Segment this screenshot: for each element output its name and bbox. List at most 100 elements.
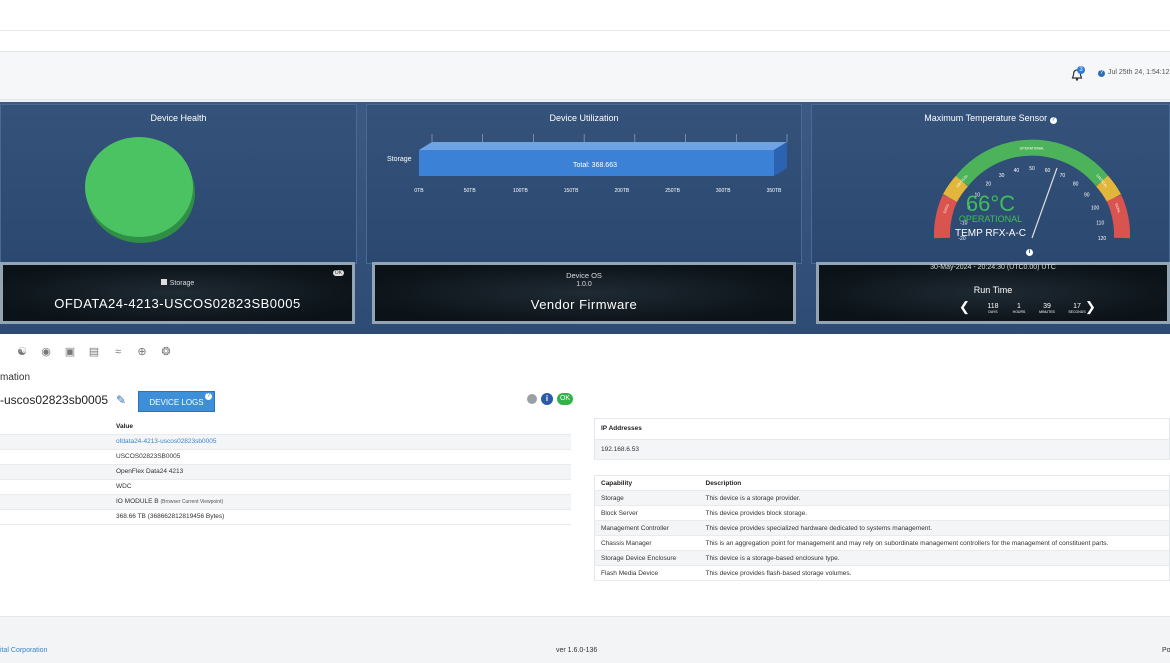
utilization-axis-ticks	[431, 134, 788, 142]
status-dot-icon	[527, 394, 537, 404]
table-cell: IO MODULE B (Browser Current Viewpoint)	[110, 494, 571, 510]
description-header: Description	[699, 475, 1170, 491]
info-icon[interactable]: i	[1026, 249, 1033, 256]
help-icon[interactable]: ?	[1049, 117, 1057, 124]
storage-device-name: OFDATA24-4213-USCOS02823SB0005	[54, 296, 301, 311]
signal-icon[interactable]: ≈	[108, 344, 128, 360]
device-link[interactable]: ofdata24-4213-uscos02823sb0005	[116, 438, 216, 445]
storage-icon	[160, 279, 167, 285]
sub-header	[0, 52, 1170, 100]
top-bar	[0, 0, 1170, 52]
gauge-scale-label: 30	[999, 173, 1005, 179]
monitor-icon[interactable]: ▤	[84, 344, 104, 360]
runtime-minutes: 39 MINUTES	[1037, 303, 1057, 314]
description-cell: This device provides block storage.	[699, 505, 1170, 521]
utilization-tick-label: 300TB	[716, 188, 731, 194]
table-row: 368.66 TB (368662812819456 Bytes)	[0, 509, 571, 525]
info-icon[interactable]: i	[541, 393, 553, 405]
runtime-days-label: DAYS	[988, 310, 998, 314]
section-title: mation	[0, 372, 31, 383]
gauge-range-label: OPERATIONAL	[1020, 147, 1045, 151]
footer-corp-link[interactable]: ital Corporation	[0, 647, 47, 654]
utilization-bar-top	[419, 142, 787, 150]
device-logs-button[interactable]: DEVICE LOGS?	[138, 391, 215, 412]
table-row: 192.168.6.53	[594, 439, 1170, 460]
runtime-card[interactable]: 30-May-2024 - 20:24:30 (UTC0.00) UTC Run…	[816, 262, 1170, 324]
runtime-title: Run Time	[973, 285, 1013, 295]
temperature-status: OPERATIONAL	[958, 214, 1023, 224]
capability-cell: Block Server	[594, 505, 700, 521]
table-row: WDC	[0, 479, 571, 495]
table-cell: WDC	[110, 479, 571, 495]
table-row: Management Controller This device provide…	[594, 520, 1170, 536]
chip-icon[interactable]: ▣	[60, 344, 80, 360]
table-row: IO MODULE B (Browser Current Viewpoint)	[0, 494, 571, 510]
runtime-hours: 1 HOURS	[1011, 303, 1027, 314]
table-cell: USCOS02823SB0005	[110, 449, 571, 465]
temperature-title-text: Maximum Temperature Sensor	[924, 113, 1048, 123]
capabilities-table: Capability Description Storage This device…	[594, 475, 1170, 581]
toolbar-icons: ☯ ◉ ▣ ▤ ≈ ⊕ ❂	[12, 344, 176, 360]
network-icon[interactable]: ☯	[12, 344, 32, 360]
runtime-days: 118 DAYS	[985, 303, 1001, 314]
footer: ital Corporation ver 1.6.0-136 Po	[0, 616, 1170, 663]
runtime-hours-label: HOURS	[1012, 310, 1026, 314]
runtime-days-value: 118	[987, 303, 999, 310]
ip-address: 192.168.6.53	[594, 439, 1170, 460]
temperature-unit: °C	[990, 191, 1016, 216]
datetime-text: Jul 25th 24, 1:54:12	[1108, 69, 1170, 76]
capability-header: Capability	[594, 475, 700, 491]
table-header-row: Capability Description	[594, 475, 1170, 491]
ok-badge: OK	[332, 270, 344, 276]
table-row: Chassis Manager This is an aggregation po…	[594, 535, 1170, 551]
runtime-date: 30-May-2024 - 20:24:30 (UTC0.00) UTC	[930, 264, 1056, 271]
runtime-counters: 118 DAYS 1 HOURS 39 MINUTES 17 SECONDS	[985, 303, 1087, 314]
table-cell: 368.66 TB (368662812819456 Bytes)	[110, 509, 571, 525]
utilization-tick-label: 350TB	[767, 188, 782, 194]
edit-pencil-icon[interactable]: ✎	[116, 393, 126, 407]
device-utilization-title: Device Utilization	[549, 113, 619, 123]
table-cell[interactable]: ofdata24-4213-uscos02823sb0005	[110, 434, 571, 450]
settings-icon[interactable]: ❂	[156, 344, 176, 360]
capability-cell: Flash Media Device	[594, 565, 700, 581]
temperature-panel: Maximum Temperature Sensor ? -20 -10 0 10 20…	[811, 104, 1170, 264]
help-icon[interactable]: ?	[1098, 70, 1105, 77]
gauge-scale-label: 20	[986, 181, 992, 187]
capability-cell: Storage	[594, 490, 700, 506]
top-divider	[0, 30, 1170, 31]
runtime-seconds-label: SECONDS	[1068, 310, 1086, 314]
temperature-title: Maximum Temperature Sensor ?	[812, 113, 1169, 124]
description-cell: This device provides flash-based storage…	[699, 565, 1170, 581]
ip-header: IP Addresses	[594, 418, 1170, 440]
device-os-card[interactable]: Device OS 1.0.0 Vendor Firmware	[372, 262, 796, 324]
capability-cell: Management Controller	[594, 520, 700, 536]
table-row: OpenFlex Data24 4213	[0, 464, 571, 480]
notification-badge: 3	[1077, 66, 1085, 74]
utilization-tick-label: 150TB	[564, 188, 579, 194]
temperature-number: 66	[965, 191, 991, 216]
device-utilization-panel: Device Utilization Storage Total: 368.66…	[366, 104, 802, 264]
device-os-version: 1.0.0	[576, 281, 592, 288]
utilization-bar-chart[interactable]: Total: 368.663 0TB 50TB 100TB 150TB 200TB 250…	[407, 130, 797, 200]
cell-note: (Browser Current Viewpoint)	[160, 499, 224, 505]
table-header-row: IP Addresses	[594, 418, 1170, 440]
help-icon[interactable]: ?	[205, 393, 212, 400]
storage-card-label-text: Storage	[169, 280, 195, 287]
runtime-hours-value: 1	[1017, 303, 1021, 310]
cell-text: IO MODULE B	[116, 498, 159, 505]
device-firmware: Vendor Firmware	[530, 297, 638, 312]
health-pie-chart[interactable]	[81, 135, 201, 250]
storage-card[interactable]: OK Storage OFDATA24-4213-USCOS02823SB000…	[0, 262, 355, 324]
device-health-panel: Device Health	[0, 104, 357, 264]
disk-icon[interactable]: ◉	[36, 344, 56, 360]
globe-icon[interactable]: ⊕	[132, 344, 152, 360]
gauge-scale-label: 50	[1029, 166, 1035, 172]
health-pie-slice[interactable]	[85, 137, 193, 237]
capability-cell: Chassis Manager	[594, 535, 700, 551]
utilization-tick-label: 50TB	[464, 188, 477, 194]
runtime-minutes-value: 39	[1043, 303, 1051, 310]
table-cell: OpenFlex Data24 4213	[110, 464, 571, 480]
footer-right-text: Po	[1162, 647, 1170, 654]
table-row: Storage Device Enclosure This device is a…	[594, 550, 1170, 566]
chevron-left-icon[interactable]: ❮	[959, 299, 970, 315]
